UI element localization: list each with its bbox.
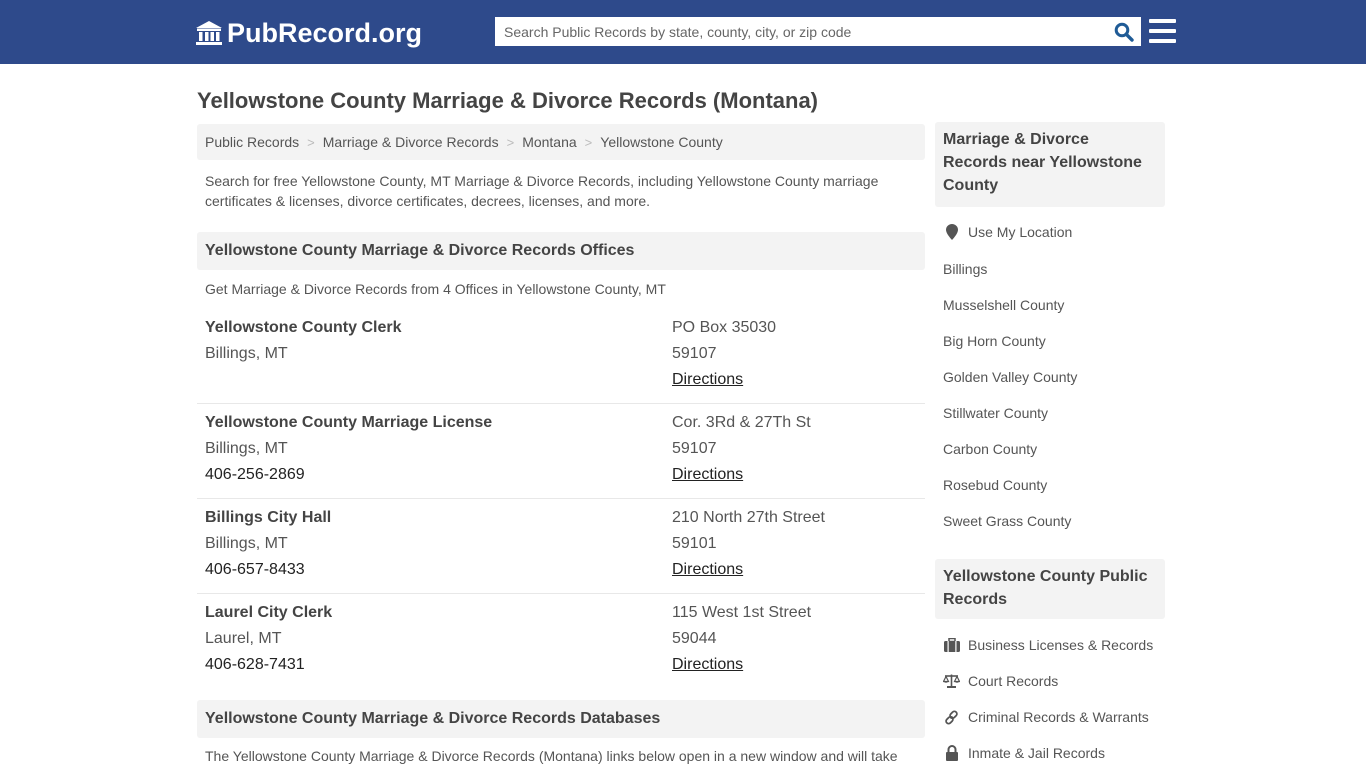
intro-text: Search for free Yellowstone County, MT M… xyxy=(205,173,879,209)
office-zip: 59107 xyxy=(672,440,717,457)
nearby-link[interactable]: Rosebud County xyxy=(943,477,1047,493)
page-title: Yellowstone County Marriage & Divorce Re… xyxy=(197,88,819,113)
office-phone[interactable]: 406-256-2869 xyxy=(205,462,492,488)
office-city: Laurel, MT xyxy=(205,630,282,647)
top-navigation-bar: PubRecord.org xyxy=(0,0,1366,64)
nearby-link[interactable]: Sweet Grass County xyxy=(943,513,1071,529)
breadcrumb-separator: > xyxy=(584,134,593,150)
directions-link[interactable]: Directions xyxy=(672,371,743,388)
public-record-link[interactable]: Inmate & Jail Records xyxy=(943,745,1105,761)
databases-heading: Yellowstone County Marriage & Divorce Re… xyxy=(197,700,925,738)
breadcrumb-montana[interactable]: Montana xyxy=(522,134,576,150)
breadcrumb-separator: > xyxy=(307,134,315,150)
public-record-label: Business Licenses & Records xyxy=(968,637,1154,653)
office-phone[interactable]: 406-628-7431 xyxy=(205,652,332,678)
public-record-link[interactable]: Business Licenses & Records xyxy=(943,637,1153,653)
menu-line xyxy=(1149,39,1176,43)
menu-line xyxy=(1149,29,1176,33)
map-marker-icon xyxy=(943,224,960,240)
directions-link[interactable]: Directions xyxy=(672,561,743,578)
databases-text: The Yellowstone County Marriage & Divorc… xyxy=(205,748,898,764)
link-icon xyxy=(943,709,960,725)
office-city: Billings, MT xyxy=(205,535,288,552)
office-address: PO Box 35030 xyxy=(672,319,777,336)
nearby-heading: Marriage & Divorce Records near Yellowst… xyxy=(935,122,1165,207)
breadcrumb: Public Records > Marriage & Divorce Reco… xyxy=(197,124,925,160)
logo-text: PubRecord.org xyxy=(227,17,423,48)
nearby-link[interactable]: Billings xyxy=(943,261,987,277)
nearby-link[interactable]: Carbon County xyxy=(943,441,1037,457)
office-phone[interactable]: 406-657-8433 xyxy=(205,557,331,583)
directions-link[interactable]: Directions xyxy=(672,466,743,483)
nearby-link[interactable]: Big Horn County xyxy=(943,333,1046,349)
search-button[interactable] xyxy=(1108,18,1140,45)
courthouse-icon xyxy=(195,20,223,46)
office-zip: 59044 xyxy=(672,630,717,647)
public-record-label: Inmate & Jail Records xyxy=(968,745,1105,761)
office-item: Laurel City Clerk Laurel, MT 406-628-743… xyxy=(197,594,925,689)
office-item: Yellowstone County Marriage License Bill… xyxy=(197,404,925,499)
use-my-location-label: Use My Location xyxy=(968,224,1073,240)
office-item: Billings City Hall Billings, MT 406-657-… xyxy=(197,499,925,594)
office-zip: 59101 xyxy=(672,535,717,552)
breadcrumb-separator: > xyxy=(506,134,515,150)
office-name: Billings City Hall xyxy=(205,509,332,526)
breadcrumb-public-records[interactable]: Public Records xyxy=(205,134,299,150)
office-name: Yellowstone County Clerk xyxy=(205,319,402,336)
office-address: 210 North 27th Street xyxy=(672,509,825,526)
breadcrumb-yellowstone-county[interactable]: Yellowstone County xyxy=(600,134,722,150)
nearby-link[interactable]: Musselshell County xyxy=(943,297,1064,313)
use-my-location-link[interactable]: Use My Location xyxy=(943,224,1072,240)
briefcase-icon xyxy=(943,637,960,653)
public-record-label: Criminal Records & Warrants xyxy=(968,709,1149,725)
offices-subtext: Get Marriage & Divorce Records from 4 Of… xyxy=(205,281,666,297)
search-bar xyxy=(495,17,1141,46)
nearby-link[interactable]: Golden Valley County xyxy=(943,369,1077,385)
directions-link[interactable]: Directions xyxy=(672,656,743,673)
office-city: Billings, MT xyxy=(205,440,288,457)
office-zip: 59107 xyxy=(672,345,717,362)
office-address: 115 West 1st Street xyxy=(672,604,812,621)
office-name: Yellowstone County Marriage License xyxy=(205,414,493,431)
public-record-label: Court Records xyxy=(968,673,1059,689)
office-address: Cor. 3Rd & 27Th St xyxy=(672,414,811,431)
public-records-heading: Yellowstone County Public Records xyxy=(935,559,1165,619)
office-city: Billings, MT xyxy=(205,345,288,362)
menu-line xyxy=(1149,19,1176,23)
public-record-link[interactable]: Criminal Records & Warrants xyxy=(943,709,1149,725)
office-name: Laurel City Clerk xyxy=(205,604,333,621)
offices-heading: Yellowstone County Marriage & Divorce Re… xyxy=(197,232,925,270)
scales-icon xyxy=(943,673,960,689)
lock-icon xyxy=(943,745,960,761)
search-input[interactable] xyxy=(496,18,1108,45)
hamburger-menu-button[interactable] xyxy=(1149,19,1176,43)
public-record-link[interactable]: Court Records xyxy=(943,673,1058,689)
search-icon xyxy=(1114,22,1134,42)
nearby-link[interactable]: Stillwater County xyxy=(943,405,1048,421)
breadcrumb-marriage-divorce[interactable]: Marriage & Divorce Records xyxy=(323,134,499,150)
office-item: Yellowstone County Clerk Billings, MT PO… xyxy=(197,309,925,404)
site-logo[interactable]: PubRecord.org xyxy=(195,17,422,49)
